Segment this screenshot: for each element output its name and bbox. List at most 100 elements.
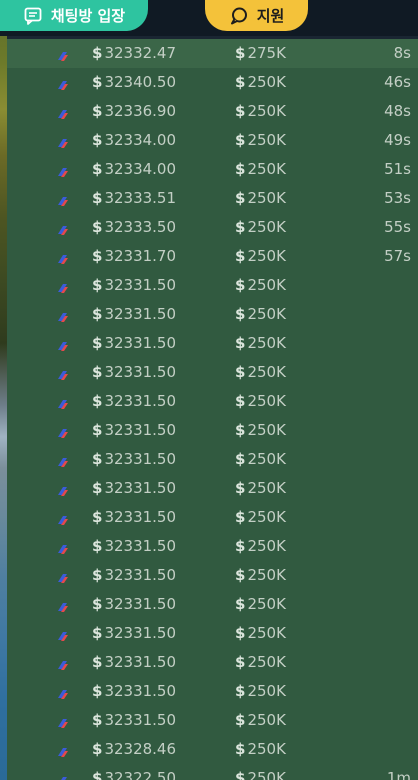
trade-price: $32331.50 (92, 711, 176, 729)
dollar-icon: $ (235, 102, 246, 120)
trade-time: 46s (384, 73, 411, 91)
dollar-icon: $ (92, 682, 103, 700)
trade-price: $32333.51 (92, 189, 176, 207)
trade-price: $32332.47 (92, 44, 176, 62)
trade-price-value: 32334.00 (104, 131, 177, 149)
dollar-icon: $ (92, 218, 103, 236)
trade-price-value: 32331.70 (104, 247, 177, 265)
dollar-icon: $ (235, 740, 246, 758)
trade-amount: $250K (235, 189, 286, 207)
trade-amount-value: 250K (247, 653, 286, 671)
trade-amount: $250K (235, 682, 286, 700)
exchange-icon (56, 744, 69, 757)
trade-amount: $250K (235, 73, 286, 91)
exchange-icon (56, 512, 69, 525)
trade-price-value: 32331.50 (104, 421, 177, 439)
trade-price-value: 32340.50 (104, 73, 177, 91)
trade-row: $32331.50 $250K (7, 590, 418, 619)
dollar-icon: $ (235, 218, 246, 236)
trade-amount: $250K (235, 334, 286, 352)
trade-price-value: 32331.50 (104, 392, 177, 410)
exchange-icon (56, 48, 69, 61)
dollar-icon: $ (92, 102, 103, 120)
trade-price-value: 32328.46 (104, 740, 177, 758)
trade-row: $32331.50 $250K (7, 358, 418, 387)
trade-time: 51s (384, 160, 411, 178)
dollar-icon: $ (92, 160, 103, 178)
trade-row: $32331.50 $250K (7, 619, 418, 648)
dollar-icon: $ (235, 131, 246, 149)
trade-price: $32331.50 (92, 392, 176, 410)
trade-amount: $250K (235, 276, 286, 294)
exchange-icon (56, 367, 69, 380)
trade-amount: $250K (235, 769, 286, 780)
dollar-icon: $ (235, 711, 246, 729)
trade-amount-value: 250K (247, 276, 286, 294)
trade-amount: $250K (235, 102, 286, 120)
dollar-icon: $ (92, 73, 103, 91)
dollar-icon: $ (235, 769, 246, 780)
exchange-icon (56, 135, 69, 148)
trade-amount: $250K (235, 392, 286, 410)
enter-chatroom-label: 채팅방 입장 (50, 7, 126, 25)
trade-amount: $250K (235, 566, 286, 584)
trade-amount: $250K (235, 479, 286, 497)
trade-amount-value: 250K (247, 131, 286, 149)
dollar-icon: $ (235, 479, 246, 497)
dollar-icon: $ (235, 595, 246, 613)
trade-price-value: 32322.50 (104, 769, 177, 780)
trade-price-value: 32331.50 (104, 508, 177, 526)
dollar-icon: $ (235, 44, 246, 62)
dollar-icon: $ (235, 392, 246, 410)
trade-price-value: 32331.50 (104, 624, 177, 642)
dollar-icon: $ (92, 334, 103, 352)
support-button[interactable]: 지원 (205, 0, 308, 31)
trade-price-value: 32331.50 (104, 566, 177, 584)
trade-amount: $250K (235, 421, 286, 439)
trade-time: 48s (384, 102, 411, 120)
trade-price: $32334.00 (92, 131, 176, 149)
trade-row: $32331.50 $250K (7, 329, 418, 358)
trade-amount: $275K (235, 44, 286, 62)
trade-price: $32331.50 (92, 334, 176, 352)
trade-row: $32331.50 $250K (7, 474, 418, 503)
trade-feed-page: 채팅방 입장 지원 $32332.47 $275K 8s $32340.50 $250K… (0, 0, 418, 780)
exchange-icon (56, 338, 69, 351)
trade-amount: $250K (235, 653, 286, 671)
trade-price-value: 32333.51 (104, 189, 177, 207)
dollar-icon: $ (92, 653, 103, 671)
trade-amount-value: 250K (247, 682, 286, 700)
exchange-icon (56, 193, 69, 206)
trade-amount: $250K (235, 218, 286, 236)
dollar-icon: $ (92, 189, 103, 207)
trade-price: $32331.50 (92, 276, 176, 294)
trade-price: $32331.50 (92, 305, 176, 323)
trade-price: $32331.50 (92, 479, 176, 497)
dollar-icon: $ (92, 508, 103, 526)
trade-amount-value: 250K (247, 479, 286, 497)
trade-amount: $250K (235, 131, 286, 149)
trade-price: $32331.50 (92, 363, 176, 381)
dollar-icon: $ (92, 44, 103, 62)
dollar-icon: $ (235, 508, 246, 526)
trade-time: 57s (384, 247, 411, 265)
trade-amount-value: 250K (247, 566, 286, 584)
exchange-icon (56, 396, 69, 409)
exchange-icon (56, 251, 69, 264)
trade-amount: $250K (235, 711, 286, 729)
trade-row: $32331.50 $250K (7, 387, 418, 416)
dollar-icon: $ (92, 740, 103, 758)
chat-icon (23, 6, 43, 26)
trade-amount-value: 250K (247, 247, 286, 265)
enter-chatroom-button[interactable]: 채팅방 입장 (0, 0, 148, 31)
dollar-icon: $ (92, 363, 103, 381)
dollar-icon: $ (92, 247, 103, 265)
trade-row: $32331.50 $250K (7, 416, 418, 445)
trade-price-value: 32331.50 (104, 305, 177, 323)
trade-amount: $250K (235, 247, 286, 265)
trade-price: $32331.50 (92, 653, 176, 671)
dollar-icon: $ (235, 682, 246, 700)
trade-row: $32336.90 $250K 48s (7, 97, 418, 126)
trade-time: 55s (384, 218, 411, 236)
dollar-icon: $ (92, 595, 103, 613)
